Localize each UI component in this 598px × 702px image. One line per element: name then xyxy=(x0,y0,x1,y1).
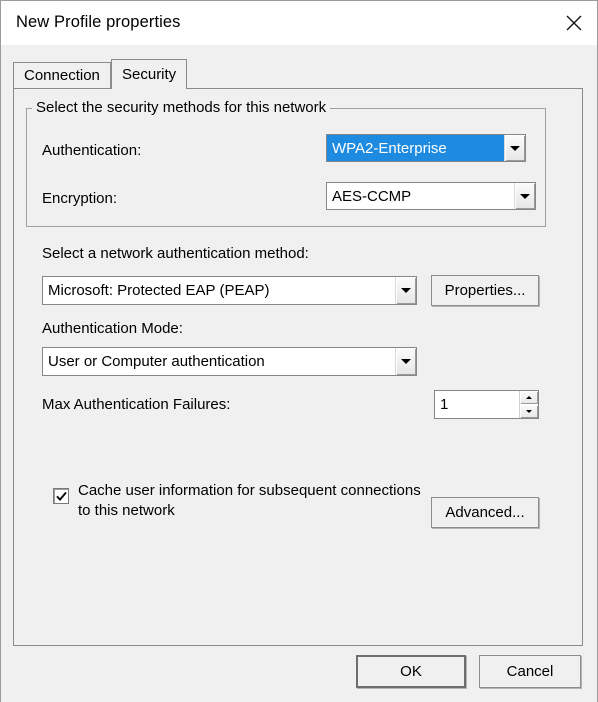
cache-user-info-label-line1: Cache user information for subsequent co… xyxy=(78,482,421,499)
advanced-button-label: Advanced... xyxy=(445,504,525,521)
close-button[interactable] xyxy=(551,1,597,45)
tab-security-label: Security xyxy=(122,66,177,83)
encryption-label: Encryption: xyxy=(42,190,118,207)
cancel-button[interactable]: Cancel xyxy=(479,655,581,688)
chevron-down-icon xyxy=(510,145,520,151)
chevron-down-icon xyxy=(401,288,411,293)
cache-user-info-label-line2: to this network xyxy=(78,502,175,519)
chevron-down-icon xyxy=(526,410,532,413)
stepper-decrement-button[interactable] xyxy=(520,405,538,418)
auth-method-label: Select a network authentication method: xyxy=(42,245,309,262)
auth-mode-dropdown-arrow[interactable] xyxy=(395,348,416,375)
checkmark-icon xyxy=(55,491,67,501)
window-title: New Profile properties xyxy=(16,13,181,31)
auth-mode-combobox[interactable]: User or Computer authentication xyxy=(42,347,417,376)
authentication-value: WPA2-Enterprise xyxy=(327,135,504,161)
dialog-body: Connection Security Select the security … xyxy=(0,45,598,702)
tab-connection-label: Connection xyxy=(24,67,100,84)
cache-user-info-label: Cache user information for subsequent co… xyxy=(78,481,421,521)
auth-mode-value: User or Computer authentication xyxy=(48,353,265,370)
auth-method-dropdown-arrow[interactable] xyxy=(395,277,416,304)
properties-button[interactable]: Properties... xyxy=(431,275,539,306)
close-icon xyxy=(565,14,583,32)
cancel-button-label: Cancel xyxy=(506,663,554,680)
max-auth-failures-label: Max Authentication Failures: xyxy=(42,396,231,413)
tab-connection[interactable]: Connection xyxy=(13,62,111,88)
ok-button-label: OK xyxy=(400,663,422,680)
auth-mode-label: Authentication Mode: xyxy=(42,320,183,337)
max-auth-failures-stepper[interactable]: 1 xyxy=(434,390,539,419)
advanced-button[interactable]: Advanced... xyxy=(431,497,539,528)
encryption-combobox[interactable]: AES-CCMP xyxy=(326,182,536,210)
cache-user-info-checkbox[interactable]: Cache user information for subsequent co… xyxy=(53,481,421,521)
encryption-value: AES-CCMP xyxy=(332,187,412,205)
title-bar: New Profile properties xyxy=(0,1,598,45)
max-auth-failures-value: 1 xyxy=(440,396,449,413)
ok-button[interactable]: OK xyxy=(356,655,466,688)
tab-security[interactable]: Security xyxy=(111,59,187,89)
security-methods-legend: Select the security methods for this net… xyxy=(32,99,331,116)
new-profile-properties-dialog: New Profile properties Connection Securi… xyxy=(0,0,598,702)
chevron-down-icon xyxy=(401,359,411,364)
chevron-down-icon xyxy=(520,193,530,199)
authentication-combobox[interactable]: WPA2-Enterprise xyxy=(326,134,526,162)
chevron-up-icon xyxy=(526,396,532,399)
encryption-dropdown-arrow[interactable] xyxy=(514,183,535,209)
authentication-dropdown-arrow[interactable] xyxy=(504,135,525,161)
auth-method-value: Microsoft: Protected EAP (PEAP) xyxy=(48,282,270,299)
authentication-label: Authentication: xyxy=(42,142,142,159)
stepper-increment-button[interactable] xyxy=(520,391,538,404)
auth-method-combobox[interactable]: Microsoft: Protected EAP (PEAP) xyxy=(42,276,417,305)
checkbox-box[interactable] xyxy=(53,488,69,504)
stepper-buttons xyxy=(519,391,538,418)
properties-button-label: Properties... xyxy=(444,282,526,299)
